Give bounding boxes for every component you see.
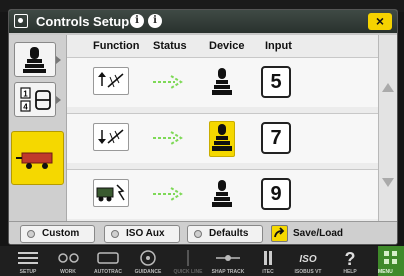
input-number-box[interactable]: 7 (261, 122, 291, 154)
defaults-button[interactable]: Defaults (187, 225, 263, 243)
sidebar-tab-joystick[interactable] (14, 42, 61, 77)
status-arrow-icon (153, 187, 183, 201)
sidebar-tab-implement[interactable] (11, 131, 64, 185)
joystick-icon (23, 47, 46, 73)
custom-button-label: Custom (42, 228, 80, 239)
raise-function-icon (93, 67, 129, 95)
menu-grid-icon (384, 251, 397, 264)
taskbar-label: HELP (343, 269, 357, 275)
taskbar-work[interactable]: WORK (50, 246, 86, 276)
scroll-down-icon[interactable] (382, 178, 394, 187)
mapping-num-bottom: 4 (23, 103, 28, 112)
save-load-icon (274, 227, 285, 238)
implement-function-icon (93, 179, 129, 207)
help-icon: ? (345, 249, 356, 269)
table-row[interactable]: 5 (67, 57, 379, 107)
status-arrow-icon (153, 131, 183, 145)
autotrac-icon (97, 252, 119, 264)
taskbar: SETUP WORK AUTOTRAC GUIDANCE QUICK LINE … (0, 246, 404, 276)
sidebar-tab-mapping[interactable]: 1 4 (14, 82, 61, 117)
taskbar-isobus-vt[interactable]: ISO ISOBUS VT (290, 246, 326, 276)
controls-setup-icon (14, 14, 28, 28)
taskbar-autotrac[interactable]: AUTOTRAC (90, 246, 126, 276)
implement-cart-icon (16, 152, 53, 169)
header-input: Input (265, 40, 292, 52)
taskbar-label: SHAP TRACK (211, 269, 245, 275)
radio-icon (111, 230, 119, 238)
iso-text: ISO (299, 254, 316, 265)
help-symbol: ? (345, 249, 356, 268)
taskbar-setup[interactable]: SETUP (10, 246, 46, 276)
header-device: Device (209, 40, 245, 52)
defaults-button-label: Defaults (209, 228, 249, 239)
controls-setup-window: Controls Setup i i × 1 4 Function Status… (8, 9, 398, 245)
taskbar-help[interactable]: ? HELP (332, 246, 368, 276)
radio-icon (194, 230, 202, 238)
status-arrow-icon (153, 75, 183, 89)
work-icon (58, 253, 79, 263)
controls-table: Function Status Device Input 5 7 9 (66, 35, 379, 221)
taskbar-guidance[interactable]: GUIDANCE (130, 246, 166, 276)
input-mapping-icon: 1 4 (20, 87, 51, 112)
iso-aux-button[interactable]: ISO Aux (104, 225, 180, 243)
taskbar-label: iTEC (262, 269, 274, 275)
joystick-icon (209, 121, 235, 157)
save-load-label: Save/Load (293, 228, 344, 239)
quick-line-icon (187, 250, 189, 266)
itec-icon (264, 251, 272, 265)
taskbar-snap-track[interactable]: SHAP TRACK (210, 246, 246, 276)
taskbar-label: AUTOTRAC (94, 269, 122, 275)
radio-icon (27, 230, 35, 238)
isobus-icon: ISO (299, 254, 316, 265)
setup-icon (18, 252, 38, 264)
lower-function-icon (93, 123, 129, 151)
snap-track-icon (216, 255, 240, 261)
table-row[interactable]: 9 (67, 169, 379, 219)
mapping-num-top: 1 (23, 90, 28, 99)
save-load-button[interactable] (271, 225, 288, 242)
joystick-icon (209, 177, 235, 213)
guidance-icon (140, 250, 156, 266)
scrollbar[interactable] (378, 35, 397, 221)
scroll-up-icon[interactable] (382, 83, 394, 92)
taskbar-label: SETUP (19, 269, 37, 275)
header-function: Function (93, 40, 140, 52)
window-title: Controls Setup (36, 14, 130, 29)
custom-button[interactable]: Custom (20, 225, 95, 243)
menu-button[interactable]: MENU (378, 246, 404, 276)
sidebar-tabs: 1 4 (9, 35, 66, 221)
taskbar-label: QUICK LINE (173, 269, 203, 275)
close-button[interactable]: × (368, 13, 392, 30)
tab-pointer-icon (56, 96, 61, 104)
bottom-action-bar: Custom ISO Aux Defaults Save/Load (9, 221, 397, 244)
title-bar: Controls Setup i i × (9, 10, 397, 35)
tab-pointer-icon (56, 56, 61, 64)
joystick-icon (209, 65, 235, 101)
input-number-box[interactable]: 5 (261, 66, 291, 98)
header-status: Status (153, 40, 187, 52)
help-info-icon[interactable]: i (148, 14, 162, 28)
taskbar-label: GUIDANCE (134, 269, 162, 275)
taskbar-label: WORK (60, 269, 76, 275)
input-number-box[interactable]: 9 (261, 178, 291, 210)
table-row[interactable]: 7 (67, 113, 379, 163)
taskbar-label: ISOBUS VT (294, 269, 322, 275)
iso-aux-button-label: ISO Aux (126, 228, 165, 239)
info-icon[interactable]: i (130, 14, 144, 28)
taskbar-label: MENU (378, 269, 393, 275)
taskbar-quick-line[interactable]: QUICK LINE (170, 246, 206, 276)
taskbar-itec[interactable]: iTEC (250, 246, 286, 276)
